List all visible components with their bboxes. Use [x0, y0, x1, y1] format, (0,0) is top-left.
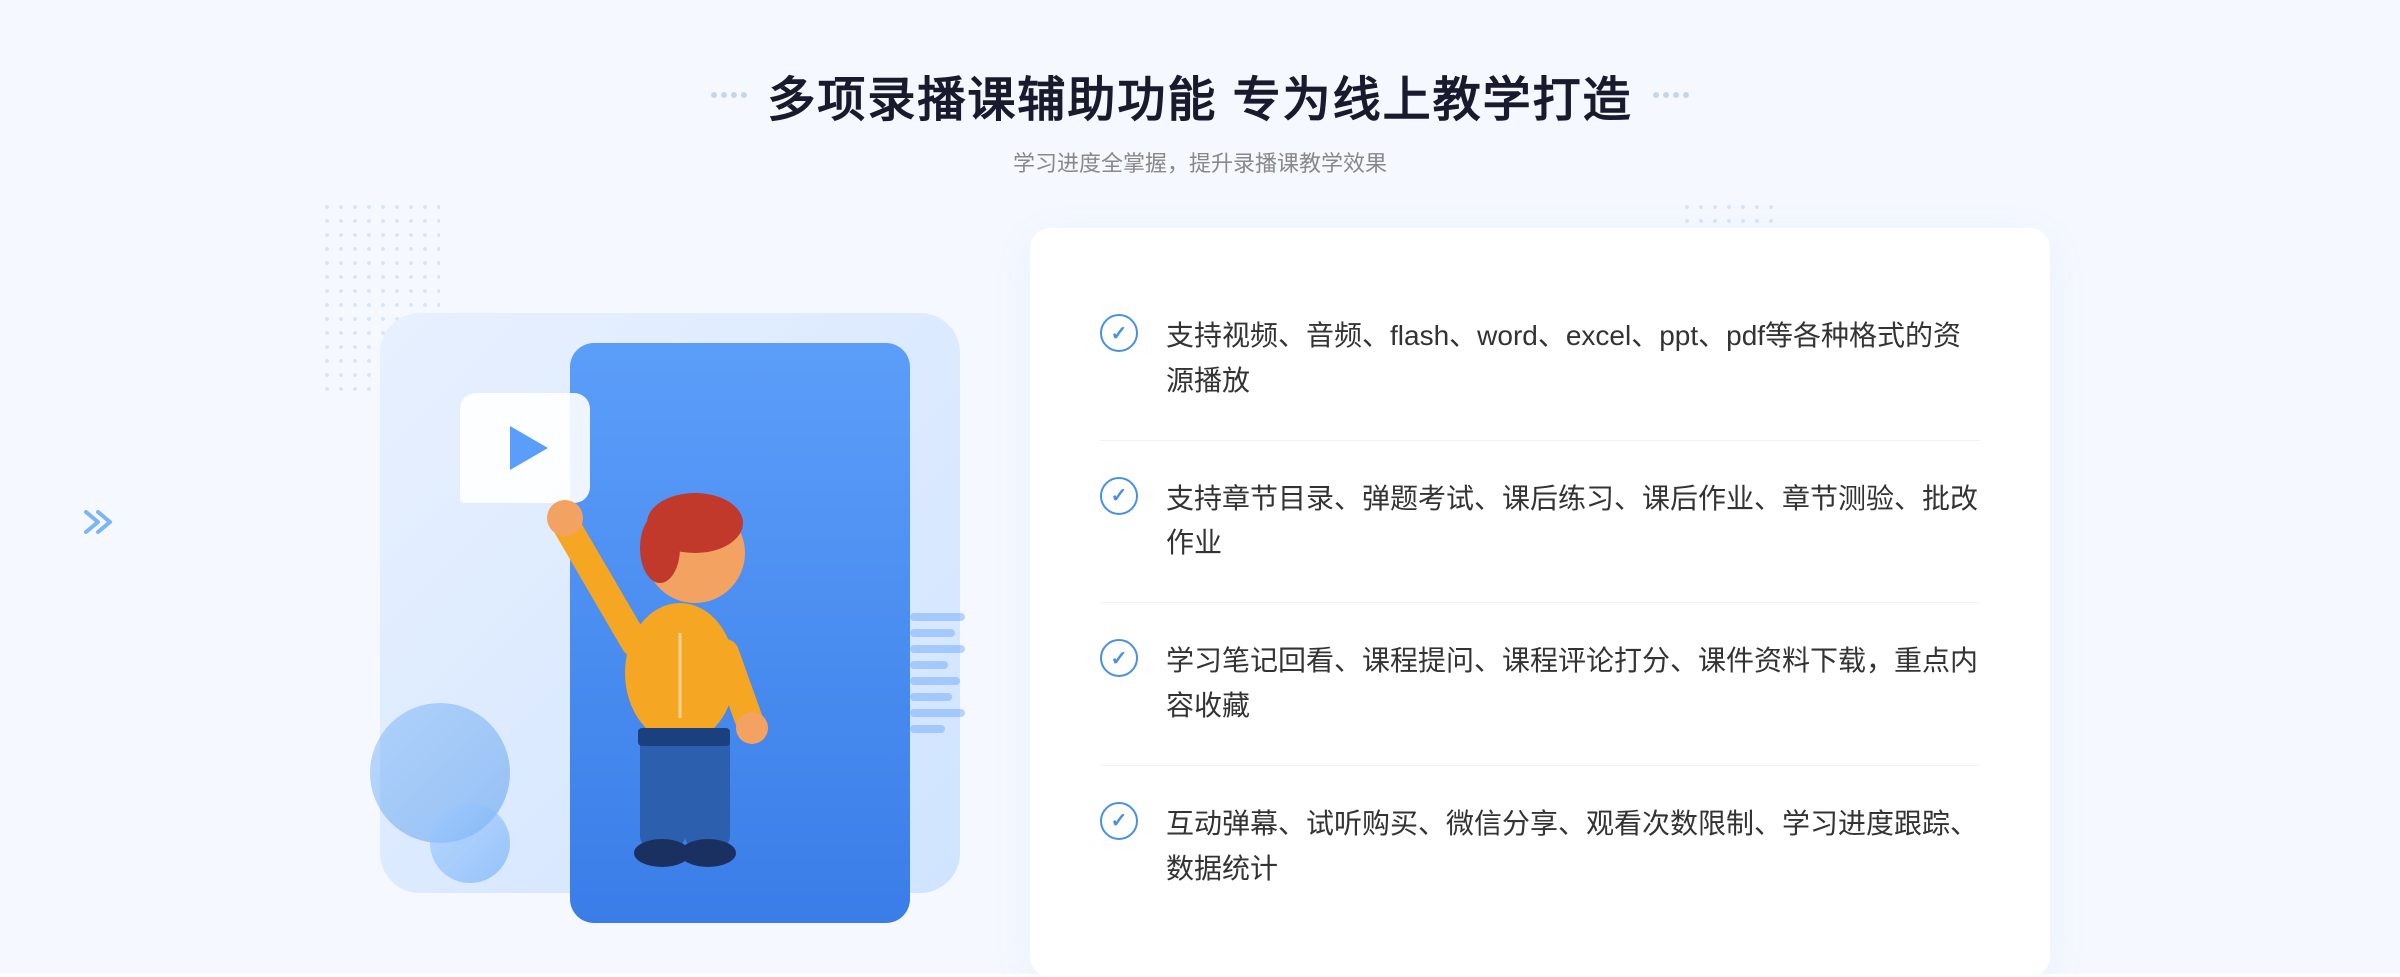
check-icon-2: ✓ — [1100, 477, 1138, 515]
header-section: 多项录播课辅助功能 专为线上教学打造 学习进度全掌握，提升录播课教学效果 — [711, 60, 1688, 178]
main-content: ✓ 支持视频、音频、flash、word、excel、ppt、pdf等各种格式的… — [350, 228, 2050, 977]
illustration-area — [350, 263, 1030, 943]
feature-item-2: ✓ 支持章节目录、弹题考试、课后练习、课后作业、章节测验、批改作业 — [1100, 441, 1980, 604]
header-dot-6 — [1663, 92, 1669, 98]
page-wrapper: 多项录播课辅助功能 专为线上教学打造 学习进度全掌握，提升录播课教学效果 — [0, 0, 2400, 974]
person-illustration — [510, 413, 850, 913]
check-icon-3: ✓ — [1100, 639, 1138, 677]
circle-decoration-small — [430, 803, 510, 883]
check-mark-3: ✓ — [1111, 646, 1128, 671]
stripes-decoration — [910, 613, 970, 733]
feature-item-3: ✓ 学习笔记回看、课程提问、课程评论打分、课件资料下载，重点内容收藏 — [1100, 603, 1980, 766]
features-area: ✓ 支持视频、音频、flash、word、excel、ppt、pdf等各种格式的… — [1030, 228, 2050, 977]
check-mark-2: ✓ — [1111, 483, 1128, 508]
feature-text-1: 支持视频、音频、flash、word、excel、ppt、pdf等各种格式的资源… — [1166, 314, 1980, 404]
header-title-wrapper: 多项录播课辅助功能 专为线上教学打造 — [711, 60, 1688, 130]
header-dot-1 — [711, 92, 717, 98]
check-mark-4: ✓ — [1111, 808, 1128, 833]
header-dot-2 — [721, 92, 727, 98]
page-title: 多项录播课辅助功能 专为线上教学打造 — [767, 60, 1632, 130]
header-dot-5 — [1653, 92, 1659, 98]
header-dots-right — [1653, 92, 1689, 98]
chevron-left-decoration — [78, 500, 122, 549]
feature-item-1: ✓ 支持视频、音频、flash、word、excel、ppt、pdf等各种格式的… — [1100, 278, 1980, 441]
check-icon-4: ✓ — [1100, 802, 1138, 840]
feature-text-4: 互动弹幕、试听购买、微信分享、观看次数限制、学习进度跟踪、数据统计 — [1166, 802, 1980, 892]
feature-item-4: ✓ 互动弹幕、试听购买、微信分享、观看次数限制、学习进度跟踪、数据统计 — [1100, 766, 1980, 928]
header-dots-left — [711, 92, 747, 98]
check-icon-1: ✓ — [1100, 314, 1138, 352]
check-mark-1: ✓ — [1111, 321, 1128, 346]
feature-text-3: 学习笔记回看、课程提问、课程评论打分、课件资料下载，重点内容收藏 — [1166, 639, 1980, 729]
header-dot-4 — [741, 92, 747, 98]
feature-text-2: 支持章节目录、弹题考试、课后练习、课后作业、章节测验、批改作业 — [1166, 477, 1980, 567]
page-subtitle: 学习进度全掌握，提升录播课教学效果 — [711, 146, 1688, 178]
header-dot-7 — [1673, 92, 1679, 98]
header-dot-8 — [1683, 92, 1689, 98]
header-dot-3 — [731, 92, 737, 98]
